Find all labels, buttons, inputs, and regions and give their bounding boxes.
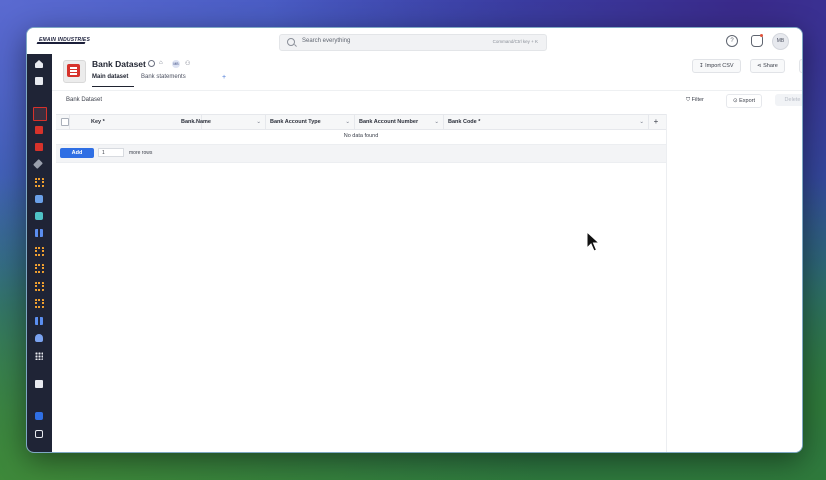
user-icon[interactable] (35, 412, 43, 420)
app-icon[interactable] (35, 212, 43, 220)
chevron-down-icon[interactable]: ⌄ (345, 115, 350, 129)
active-tab-indicator (92, 86, 134, 87)
dataset-icon (67, 64, 80, 77)
more-options-button[interactable]: ••• (799, 59, 802, 73)
sidebar (27, 54, 52, 452)
logo-swoosh (36, 42, 86, 44)
workflow-icon[interactable] (35, 282, 44, 291)
owner-badge[interactable]: MB (172, 60, 180, 68)
chart-icon[interactable] (35, 380, 43, 388)
global-search[interactable]: Search everything Command/Ctrl key + K (279, 34, 547, 51)
bot-icon[interactable] (35, 334, 43, 342)
export-button[interactable]: ⊙ Export (726, 94, 763, 108)
tag-icon[interactable]: ⌂ (159, 60, 163, 66)
share-label: Share (763, 63, 778, 69)
mouse-pointer-icon (586, 231, 600, 252)
info-icon[interactable] (148, 60, 155, 67)
import-csv-button[interactable]: ↧ Import CSV (692, 59, 741, 73)
column-header-bank-code[interactable]: Bank Code * ⌄ (444, 115, 649, 129)
search-shortcut-hint: Command/Ctrl key + K (492, 39, 538, 44)
filter-button[interactable]: ⛉ Filter (680, 94, 710, 106)
export-label: Export (739, 98, 756, 104)
top-bar: EMAIN INDUSTRIES Search everything Comma… (27, 28, 802, 55)
dataset-avatar (63, 60, 86, 83)
select-all-cell (56, 115, 70, 129)
workflow-icon[interactable] (35, 178, 44, 187)
grid-section-title: Bank Dataset (66, 97, 103, 103)
dataset-icon[interactable] (33, 107, 47, 121)
more-rows-label: more rows (129, 150, 153, 156)
help-icon[interactable]: ? (726, 35, 738, 47)
share-button[interactable]: ⋖ Share (750, 59, 785, 73)
tab-bank-statements[interactable]: Bank statements (141, 74, 186, 80)
dataset-icon[interactable] (35, 143, 43, 151)
column-label: Key * (91, 119, 105, 125)
app-window: EMAIN INDUSTRIES Search everything Comma… (26, 27, 803, 453)
column-label: Bank Name (181, 119, 211, 125)
header-divider (52, 90, 802, 91)
add-rows-button[interactable]: Add (60, 148, 94, 158)
data-grid: Key * ⌄ Bank Name ⌄ Bank Account Type ⌄ Ban… (56, 114, 667, 452)
home-icon[interactable] (35, 60, 43, 68)
select-all-checkbox[interactable] (61, 118, 69, 126)
column-label: Bank Account Number (359, 119, 419, 125)
tab-main-dataset[interactable]: Main dataset (92, 74, 128, 80)
column-label: Bank Account Type (270, 119, 321, 125)
inbox-icon[interactable] (35, 77, 43, 85)
grid-icon[interactable] (35, 229, 43, 237)
empty-state-text: No data found (56, 129, 666, 145)
add-column-button[interactable]: + (649, 115, 663, 129)
search-placeholder: Search everything (302, 38, 351, 44)
app-icon[interactable] (35, 195, 43, 203)
delete-button[interactable]: Delete (775, 94, 802, 106)
page-title: Bank Dataset (92, 59, 146, 69)
lock-icon[interactable] (35, 430, 43, 438)
chevron-down-icon[interactable]: ⌄ (434, 115, 439, 129)
chevron-down-icon[interactable]: ⌄ (256, 115, 261, 129)
grid-header: Key * ⌄ Bank Name ⌄ Bank Account Type ⌄ Ban… (56, 114, 666, 130)
main-content: Bank Dataset ⌂ MB ⚇ Main dataset Bank st… (52, 54, 802, 452)
workflow-icon[interactable] (35, 299, 44, 308)
column-label: Bank Code * (448, 119, 481, 125)
filter-label: Filter (691, 97, 704, 103)
dataset-icon[interactable] (35, 126, 43, 134)
apps-icon[interactable] (35, 352, 43, 360)
user-avatar[interactable]: MB (772, 33, 789, 50)
column-header-bank-name[interactable]: Bank Name ⌄ (177, 115, 266, 129)
add-rows-bar: Add 1 more rows (56, 145, 666, 163)
column-header-bank-account-number[interactable]: Bank Account Number ⌄ (355, 115, 444, 129)
workflow-icon[interactable] (35, 264, 44, 273)
wrench-icon[interactable] (33, 159, 43, 169)
grid-icon[interactable] (35, 317, 43, 325)
import-csv-label: Import CSV (705, 63, 734, 69)
column-header-bank-account-type[interactable]: Bank Account Type ⌄ (266, 115, 355, 129)
rows-count-input[interactable]: 1 (98, 148, 124, 157)
search-icon (287, 38, 295, 46)
add-tab-button[interactable]: + (222, 74, 226, 81)
notification-dot (760, 34, 763, 37)
workflow-icon[interactable] (35, 247, 44, 256)
chevron-down-icon[interactable]: ⌄ (639, 115, 644, 129)
people-icon[interactable]: ⚇ (185, 60, 190, 67)
